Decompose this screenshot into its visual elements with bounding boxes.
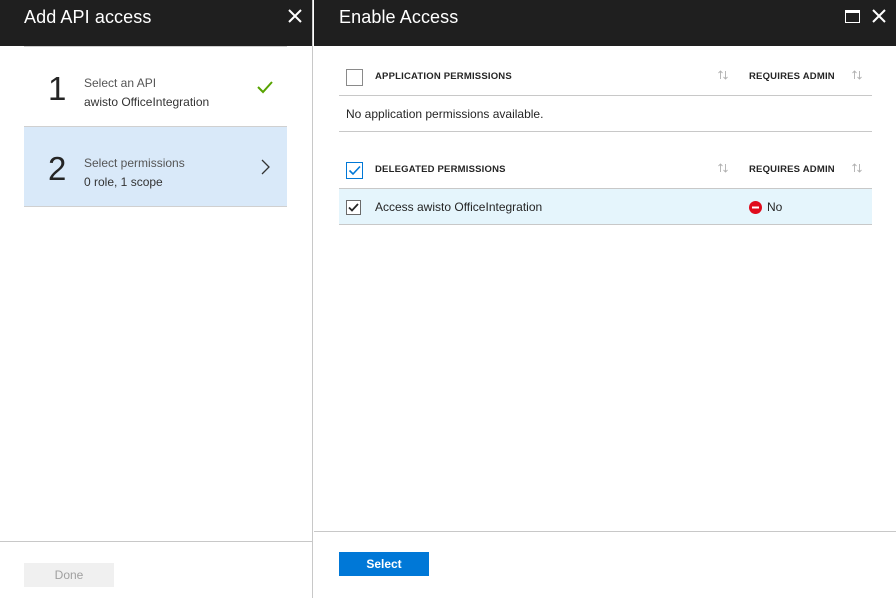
table-header: APPLICATION PERMISSIONS REQUIRES ADMIN <box>339 46 872 96</box>
step-select-api[interactable]: 1 Select an API awisto OfficeIntegration <box>24 47 287 127</box>
add-api-access-blade: Add API access 1 Select an API awisto Of… <box>0 0 313 598</box>
application-permissions-table: APPLICATION PERMISSIONS REQUIRES ADMIN N… <box>339 46 872 132</box>
permission-label: Access awisto OfficeIntegration <box>375 200 543 214</box>
step-title: Select permissions <box>84 156 185 170</box>
blade-header: Add API access <box>0 0 312 46</box>
sort-icon[interactable] <box>851 69 863 81</box>
close-icon[interactable] <box>288 9 302 23</box>
blocked-icon <box>749 201 762 214</box>
close-icon[interactable] <box>872 9 886 23</box>
checkmark-icon <box>348 203 359 212</box>
column-header-permissions[interactable]: APPLICATION PERMISSIONS <box>375 71 512 82</box>
permission-row[interactable]: Access awisto OfficeIntegration No <box>339 189 872 225</box>
check-icon <box>257 81 273 94</box>
empty-message: No application permissions available. <box>339 96 872 132</box>
step-subtitle: awisto OfficeIntegration <box>84 95 210 109</box>
blade-footer: Done <box>0 541 312 598</box>
blade-title: Enable Access <box>339 7 459 27</box>
blade-footer: Select <box>314 531 896 598</box>
column-header-requires-admin[interactable]: REQUIRES ADMIN <box>749 71 835 82</box>
step-number: 1 <box>48 70 67 107</box>
select-all-delegated-checkbox[interactable] <box>346 162 363 179</box>
select-button[interactable]: Select <box>339 552 429 576</box>
requires-admin-value: No <box>767 200 783 214</box>
table-header: DELEGATED PERMISSIONS REQUIRES ADMIN <box>339 139 872 189</box>
checkmark-icon <box>348 165 361 176</box>
wizard-steps: 1 Select an API awisto OfficeIntegration… <box>24 46 287 207</box>
delegated-permissions-table: DELEGATED PERMISSIONS REQUIRES ADMIN Acc… <box>339 139 872 225</box>
step-subtitle: 0 role, 1 scope <box>84 175 163 189</box>
select-all-application-checkbox[interactable] <box>346 69 363 86</box>
permission-checkbox[interactable] <box>346 200 361 215</box>
step-select-permissions[interactable]: 2 Select permissions 0 role, 1 scope <box>24 127 287 207</box>
sort-icon[interactable] <box>717 69 729 81</box>
chevron-right-icon <box>261 159 270 175</box>
maximize-icon[interactable] <box>845 10 860 23</box>
sort-icon[interactable] <box>717 162 729 174</box>
sort-icon[interactable] <box>851 162 863 174</box>
enable-access-blade: Enable Access APPLICATION PERMISSIONS RE… <box>314 0 896 598</box>
blade-header: Enable Access <box>314 0 896 46</box>
done-button[interactable]: Done <box>24 563 114 587</box>
blade-title: Add API access <box>24 7 152 27</box>
step-number: 2 <box>48 150 67 187</box>
column-header-requires-admin[interactable]: REQUIRES ADMIN <box>749 164 835 175</box>
column-header-permissions[interactable]: DELEGATED PERMISSIONS <box>375 164 506 175</box>
step-title: Select an API <box>84 76 157 90</box>
